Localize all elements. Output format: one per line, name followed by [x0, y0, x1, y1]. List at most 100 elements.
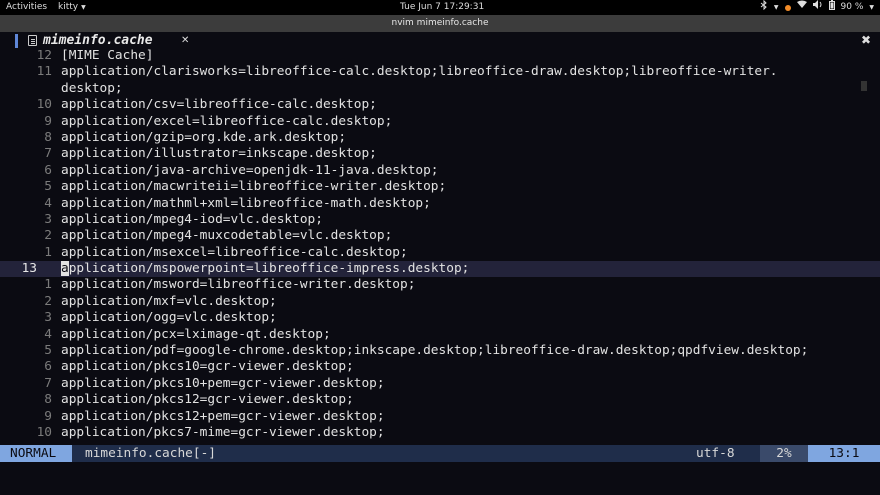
line-text: application/java-archive=openjdk-11-java…	[61, 163, 439, 179]
buffer-line[interactable]: 9 application/excel=libreoffice-calc.desk…	[0, 114, 880, 130]
status-filename: mimeinfo.cache[-]	[85, 446, 216, 461]
line-content: application/mxf=vlc.desktop;	[61, 293, 277, 309]
line-text: application/csv=libreoffice-calc.desktop…	[61, 97, 377, 113]
buffer-line[interactable]: 11 application/clarisworks=libreoffice-ca…	[0, 64, 880, 80]
line-number: 6	[44, 359, 52, 375]
window-title-bar[interactable]: nvim mimeinfo.cache	[0, 15, 880, 32]
tab-buffer-name[interactable]: mimeinfo.cache	[43, 32, 153, 49]
app-menu-label: kitty	[58, 2, 79, 12]
buffer-line[interactable]: 7 application/illustrator=inkscape.deskto…	[0, 146, 880, 162]
buffer-line[interactable]: 10 application/pkcs7-mime=gcr-viewer.desk…	[0, 425, 880, 441]
line-text: application/macwriteii=libreoffice-write…	[61, 179, 446, 195]
line-text: application/msexcel=libreoffice-calc.des…	[61, 245, 408, 261]
line-content: application/csv=libreoffice-calc.desktop…	[61, 97, 377, 113]
line-content: application/pkcs10=gcr-viewer.desktop;	[61, 359, 354, 375]
buffer-line[interactable]: 3 application/ogg=vlc.desktop;	[0, 310, 880, 326]
editor-buffer[interactable]: 12 [MIME Cache] 11 application/clarisworks=…	[0, 48, 880, 441]
gnome-top-bar: Activities kitty ▼ Tue Jun 7 17:29:31 ▼ 9…	[0, 0, 880, 15]
line-text: application/mpeg4-muxcodetable=vlc.deskt…	[61, 228, 392, 244]
buffer-line[interactable]: 9 application/pkcs12+pem=gcr-viewer.deskt…	[0, 409, 880, 425]
battery-percent: 90 %	[840, 2, 864, 12]
activities-button[interactable]: Activities	[6, 0, 47, 15]
buffer-line[interactable]: 3 application/mpeg4-iod=vlc.desktop;	[0, 212, 880, 228]
terminal-window[interactable]: mimeinfo.cache ✕ ✖ 12 [MIME Cache] 11 appli…	[0, 32, 880, 495]
clock[interactable]: Tue Jun 7 17:29:31	[400, 0, 484, 15]
line-text: application/clarisworks=libreoffice-calc…	[61, 64, 778, 80]
buffer-line[interactable]: 2 application/mpeg4-muxcodetable=vlc.desk…	[0, 228, 880, 244]
line-content: desktop;	[61, 80, 123, 96]
line-text: application/mpeg4-iod=vlc.desktop;	[61, 212, 323, 228]
buffer-line[interactable]: 6 application/java-archive=openjdk-11-jav…	[0, 163, 880, 179]
line-text: application/mathml+xml=libreoffice-math.…	[61, 196, 431, 212]
line-text: application/pkcs12=gcr-viewer.desktop;	[61, 392, 354, 408]
line-number: 11	[36, 64, 52, 80]
line-number: 7	[44, 146, 52, 162]
line-text: application/pdf=google-chrome.desktop;in…	[61, 343, 808, 359]
buffer-line[interactable]: desktop;	[0, 81, 880, 97]
buffer-line[interactable]: 12 [MIME Cache]	[0, 48, 880, 64]
chevron-down-icon: ▼	[869, 4, 874, 11]
line-text: application/gzip=org.kde.ark.desktop;	[61, 130, 346, 146]
line-content: application/pkcs12=gcr-viewer.desktop;	[61, 392, 354, 408]
line-text: application/msword=libreoffice-writer.de…	[61, 277, 415, 293]
line-content: application/pdf=google-chrome.desktop;in…	[61, 343, 809, 359]
line-content: application/gzip=org.kde.ark.desktop;	[61, 129, 347, 145]
buffer-line[interactable]: 4 application/mathml+xml=libreoffice-math…	[0, 196, 880, 212]
wifi-icon	[796, 0, 807, 15]
buffer-line[interactable]: 7 application/pkcs10+pem=gcr-viewer.deskt…	[0, 376, 880, 392]
line-text: application/pkcs12+pem=gcr-viewer.deskto…	[61, 409, 385, 425]
buffer-line[interactable]: 8 application/pkcs12=gcr-viewer.desktop;	[0, 392, 880, 408]
line-text: desktop;	[61, 81, 123, 97]
line-content: application/pkcs12+pem=gcr-viewer.deskto…	[61, 408, 385, 424]
line-content: application/mpeg4-muxcodetable=vlc.deskt…	[61, 228, 393, 244]
nvim-statusline: NORMAL mimeinfo.cache[-] utf-8 2% 13:1	[0, 445, 880, 462]
buffer-line[interactable]: 1 application/msword=libreoffice-writer.d…	[0, 277, 880, 293]
buffer-line[interactable]: 1 application/msexcel=libreoffice-calc.de…	[0, 245, 880, 261]
window-title: nvim mimeinfo.cache	[391, 18, 489, 28]
line-number: 5	[44, 343, 52, 359]
line-number: 10	[36, 97, 52, 113]
line-text: application/pkcs7-mime=gcr-viewer.deskto…	[61, 425, 385, 441]
line-text: application/excel=libreoffice-calc.deskt…	[61, 114, 392, 130]
nvim-tabline: mimeinfo.cache ✕ ✖	[0, 32, 880, 49]
battery-icon	[828, 0, 835, 16]
tab-accent-bar	[15, 34, 18, 48]
line-content: application/macwriteii=libreoffice-write…	[61, 179, 447, 195]
line-content: application/ogg=vlc.desktop;	[61, 310, 277, 326]
line-number: 3	[44, 211, 52, 227]
buffer-line[interactable]: 5 application/pdf=google-chrome.desktop;i…	[0, 343, 880, 359]
line-content: application/illustrator=inkscape.desktop…	[61, 146, 377, 162]
line-content: [MIME Cache]	[61, 48, 154, 63]
line-number: 6	[44, 162, 52, 178]
app-menu[interactable]: kitty ▼	[58, 0, 86, 15]
buffer-line[interactable]: 10 application/csv=libreoffice-calc.deskt…	[0, 97, 880, 113]
line-number: 5	[44, 179, 52, 195]
close-all-icon[interactable]: ✖	[861, 32, 871, 49]
line-text: application/pkcs10=gcr-viewer.desktop;	[61, 359, 354, 375]
buffer-line[interactable]: 5 application/macwriteii=libreoffice-writ…	[0, 179, 880, 195]
line-text: application/pkcs10+pem=gcr-viewer.deskto…	[61, 376, 385, 392]
line-number: 4	[44, 195, 52, 211]
line-number: 8	[44, 129, 52, 145]
buffer-line[interactable]: 6 application/pkcs10=gcr-viewer.desktop;	[0, 359, 880, 375]
line-content: application/java-archive=openjdk-11-java…	[61, 162, 439, 178]
line-content: application/pkcs10+pem=gcr-viewer.deskto…	[61, 375, 385, 391]
line-number: 2	[44, 228, 52, 244]
line-text: application/pcx=lximage-qt.desktop;	[61, 327, 331, 343]
line-content: application/pkcs7-mime=gcr-viewer.deskto…	[61, 424, 385, 440]
line-text: application/mspowerpoint=libreoffice-imp…	[61, 261, 469, 277]
buffer-line[interactable]: 8 application/gzip=org.kde.ark.desktop;	[0, 130, 880, 146]
close-icon[interactable]: ✕	[181, 32, 189, 49]
line-content: application/clarisworks=libreoffice-calc…	[61, 64, 778, 80]
volume-icon	[812, 0, 823, 15]
text-cursor: a	[61, 261, 69, 277]
system-tray[interactable]: ▼ 90 % ▼	[760, 0, 874, 15]
line-content: application/mpeg4-iod=vlc.desktop;	[61, 211, 323, 227]
status-percent: 2%	[760, 445, 808, 462]
buffer-line[interactable]: 2 application/mxf=vlc.desktop;	[0, 294, 880, 310]
buffer-line[interactable]: 4 application/pcx=lximage-qt.desktop;	[0, 327, 880, 343]
line-number: 1	[44, 244, 52, 260]
line-number: 13	[21, 261, 37, 277]
current-line[interactable]: 13 application/mspowerpoint=libreoffice-i…	[0, 261, 880, 278]
line-number: 1	[44, 277, 52, 293]
